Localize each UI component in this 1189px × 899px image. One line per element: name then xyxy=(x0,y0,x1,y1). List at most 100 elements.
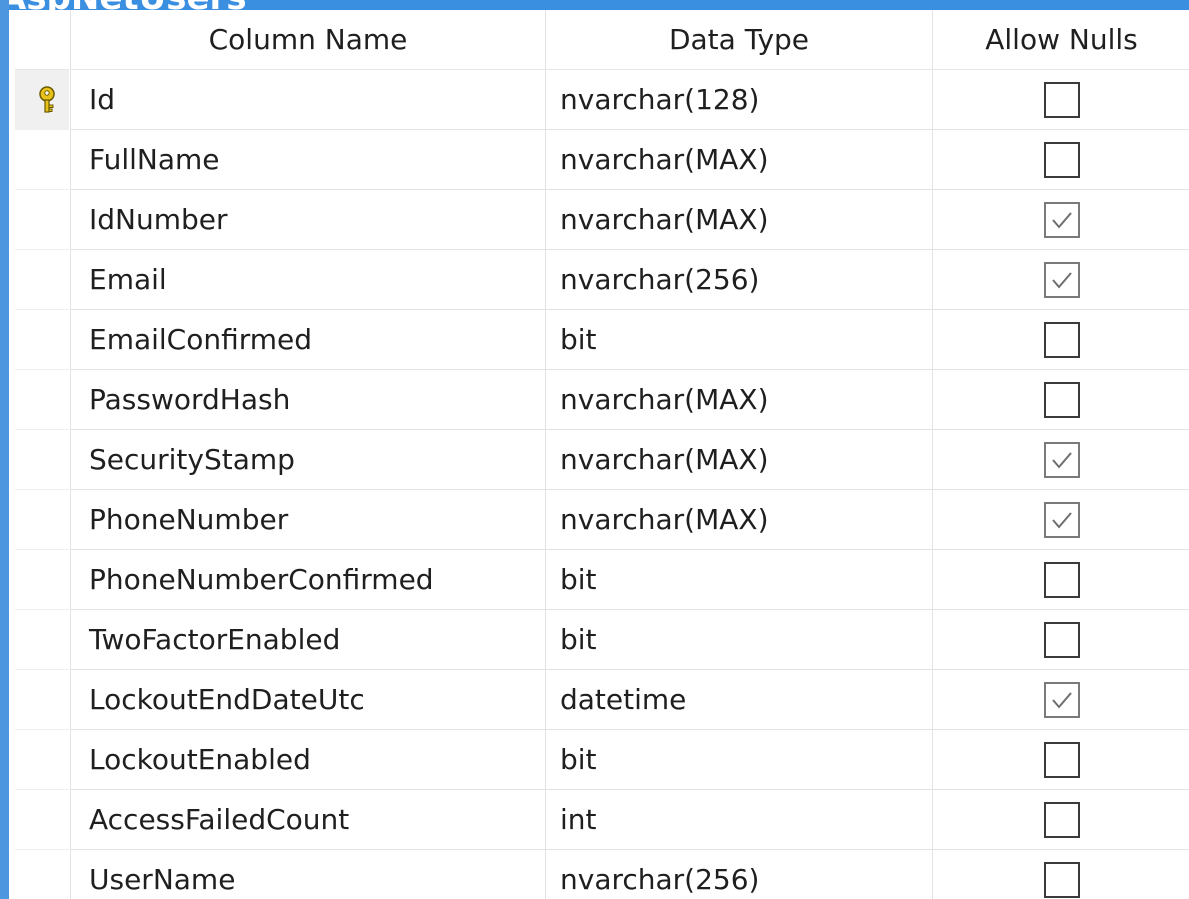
data-type-cell[interactable]: bit xyxy=(545,730,946,790)
column-name-cell[interactable]: FullName xyxy=(70,130,563,190)
data-type-cell[interactable]: nvarchar(256) xyxy=(545,250,946,310)
column-name-header[interactable]: Column Name xyxy=(70,10,545,70)
allow-nulls-cell xyxy=(932,70,1189,130)
table-row[interactable]: PhoneNumber nvarchar(MAX) xyxy=(15,490,1189,550)
column-grid: Column Name Data Type Allow Nulls Id nvar… xyxy=(15,10,1189,899)
table-row[interactable]: FullName nvarchar(MAX) xyxy=(15,130,1189,190)
row-selector[interactable] xyxy=(15,610,69,670)
data-type-cell[interactable]: nvarchar(MAX) xyxy=(545,190,946,250)
allow-nulls-cell xyxy=(932,730,1189,790)
allow-nulls-checkbox[interactable] xyxy=(1043,201,1080,238)
table-row[interactable]: LockoutEnabled bit xyxy=(15,730,1189,790)
row-selector[interactable] xyxy=(15,250,69,310)
data-type-cell[interactable]: datetime xyxy=(545,670,946,730)
checkmark-icon xyxy=(1051,451,1072,469)
data-type-cell[interactable]: int xyxy=(545,790,946,850)
table-row[interactable]: SecurityStamp nvarchar(MAX) xyxy=(15,430,1189,490)
table-row[interactable]: UserName nvarchar(256) xyxy=(15,850,1189,899)
data-type-cell[interactable]: bit xyxy=(545,610,946,670)
table-row[interactable]: AccessFailedCount int xyxy=(15,790,1189,850)
allow-nulls-cell xyxy=(932,610,1189,670)
data-type-cell[interactable]: bit xyxy=(545,310,946,370)
table-row[interactable]: IdNumber nvarchar(MAX) xyxy=(15,190,1189,250)
checkmark-icon xyxy=(1051,271,1072,289)
allow-nulls-checkbox[interactable] xyxy=(1043,681,1080,718)
title-bar: AspNetUsers xyxy=(0,0,1189,10)
row-selector[interactable] xyxy=(15,850,69,899)
data-type-cell[interactable]: nvarchar(MAX) xyxy=(545,370,946,430)
column-name-cell[interactable]: PhoneNumber xyxy=(70,490,563,550)
column-name-cell[interactable]: SecurityStamp xyxy=(70,430,563,490)
allow-nulls-cell xyxy=(932,790,1189,850)
allow-nulls-checkbox[interactable] xyxy=(1043,801,1080,838)
checkmark-icon xyxy=(1051,691,1072,709)
row-selector[interactable] xyxy=(15,70,69,130)
table-row[interactable]: LockoutEndDateUtc datetime xyxy=(15,670,1189,730)
allow-nulls-checkbox[interactable] xyxy=(1043,621,1080,658)
allow-nulls-checkbox[interactable] xyxy=(1043,441,1080,478)
column-name-cell[interactable]: PasswordHash xyxy=(70,370,563,430)
table-row[interactable]: PhoneNumberConfirmed bit xyxy=(15,550,1189,610)
column-name-cell[interactable]: Email xyxy=(70,250,563,310)
column-name-cell[interactable]: IdNumber xyxy=(70,190,563,250)
data-type-header[interactable]: Data Type xyxy=(545,10,932,70)
data-type-cell[interactable]: nvarchar(256) xyxy=(545,850,946,899)
row-selector[interactable] xyxy=(15,550,69,610)
column-name-cell[interactable]: LockoutEnabled xyxy=(70,730,563,790)
column-name-cell[interactable]: Id xyxy=(70,70,563,130)
row-selector[interactable] xyxy=(15,730,69,790)
table-row[interactable]: TwoFactorEnabled bit xyxy=(15,610,1189,670)
allow-nulls-cell xyxy=(932,850,1189,899)
allow-nulls-checkbox[interactable] xyxy=(1043,141,1080,178)
table-row[interactable]: Id nvarchar(128) xyxy=(15,70,1189,130)
row-selector[interactable] xyxy=(15,670,69,730)
data-type-cell[interactable]: nvarchar(MAX) xyxy=(545,430,946,490)
row-selector[interactable] xyxy=(15,490,69,550)
allow-nulls-cell xyxy=(932,670,1189,730)
allow-nulls-cell xyxy=(932,370,1189,430)
column-name-cell[interactable]: EmailConfirmed xyxy=(70,310,563,370)
header-corner xyxy=(15,10,69,70)
window-title: AspNetUsers xyxy=(0,0,247,10)
data-type-cell[interactable]: nvarchar(128) xyxy=(545,70,946,130)
column-name-cell[interactable]: AccessFailedCount xyxy=(70,790,563,850)
allow-nulls-cell xyxy=(932,250,1189,310)
checkmark-icon xyxy=(1051,511,1072,529)
data-type-cell[interactable]: nvarchar(MAX) xyxy=(545,490,946,550)
column-name-cell[interactable]: UserName xyxy=(70,850,563,899)
table-designer: AspNetUsers Column Name Data Type Allow … xyxy=(0,0,1189,899)
allow-nulls-cell xyxy=(932,190,1189,250)
allow-nulls-cell xyxy=(932,310,1189,370)
table-row[interactable]: PasswordHash nvarchar(MAX) xyxy=(15,370,1189,430)
allow-nulls-checkbox[interactable] xyxy=(1043,261,1080,298)
allow-nulls-cell xyxy=(932,130,1189,190)
allow-nulls-cell xyxy=(932,430,1189,490)
primary-key-icon xyxy=(39,86,55,113)
allow-nulls-checkbox[interactable] xyxy=(1043,561,1080,598)
table-row[interactable]: Email nvarchar(256) xyxy=(15,250,1189,310)
column-name-cell[interactable]: LockoutEndDateUtc xyxy=(70,670,563,730)
checkmark-icon xyxy=(1051,211,1072,229)
row-selector[interactable] xyxy=(15,790,69,850)
row-selector[interactable] xyxy=(15,310,69,370)
allow-nulls-cell xyxy=(932,550,1189,610)
allow-nulls-checkbox[interactable] xyxy=(1043,861,1080,898)
window-border xyxy=(0,0,9,899)
column-name-cell[interactable]: TwoFactorEnabled xyxy=(70,610,563,670)
allow-nulls-header[interactable]: Allow Nulls xyxy=(932,10,1189,70)
data-type-cell[interactable]: bit xyxy=(545,550,946,610)
row-selector[interactable] xyxy=(15,190,69,250)
allow-nulls-cell xyxy=(932,490,1189,550)
allow-nulls-checkbox[interactable] xyxy=(1043,501,1080,538)
allow-nulls-checkbox[interactable] xyxy=(1043,321,1080,358)
row-selector[interactable] xyxy=(15,430,69,490)
grid-header: Column Name Data Type Allow Nulls xyxy=(15,10,1189,70)
allow-nulls-checkbox[interactable] xyxy=(1043,81,1080,118)
column-name-cell[interactable]: PhoneNumberConfirmed xyxy=(70,550,563,610)
data-type-cell[interactable]: nvarchar(MAX) xyxy=(545,130,946,190)
allow-nulls-checkbox[interactable] xyxy=(1043,741,1080,778)
allow-nulls-checkbox[interactable] xyxy=(1043,381,1080,418)
row-selector[interactable] xyxy=(15,130,69,190)
row-selector[interactable] xyxy=(15,370,69,430)
table-row[interactable]: EmailConfirmed bit xyxy=(15,310,1189,370)
